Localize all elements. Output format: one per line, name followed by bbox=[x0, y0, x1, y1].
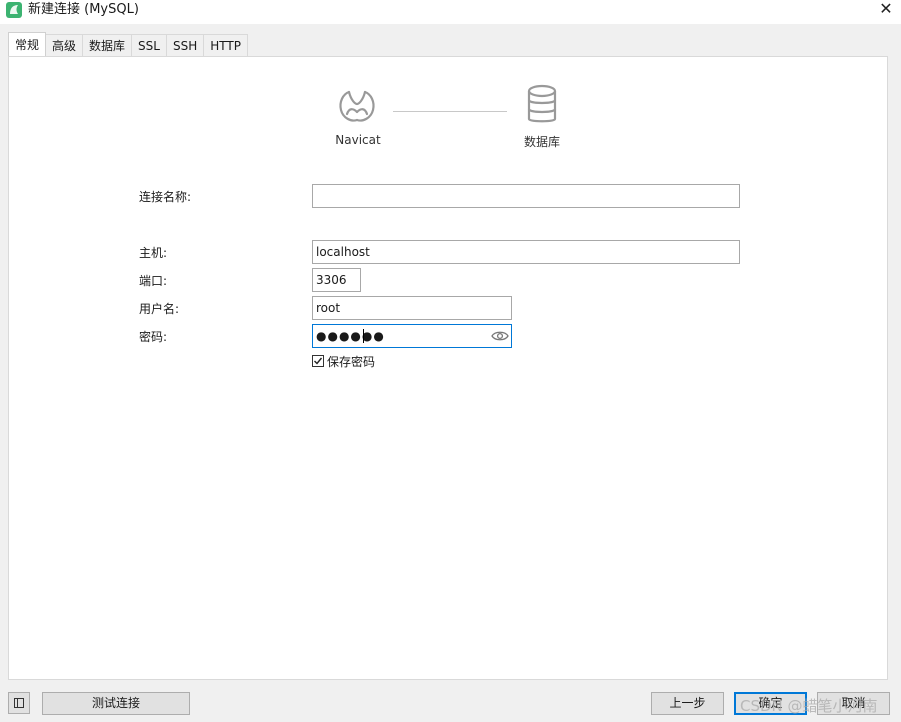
connection-line bbox=[393, 111, 507, 112]
general-tab-panel: Navicat 数据库 连接名称: 主机: 端口: 用户名: 密码: ●●●●●… bbox=[8, 56, 888, 680]
host-label: 主机: bbox=[139, 246, 168, 260]
database-icon bbox=[524, 84, 560, 126]
tab-ssl[interactable]: SSL bbox=[131, 34, 167, 56]
username-label: 用户名: bbox=[139, 302, 180, 316]
navicat-app-icon bbox=[6, 2, 22, 18]
password-input[interactable]: ●●●●●● bbox=[312, 324, 512, 348]
navicat-logo-icon bbox=[335, 84, 379, 126]
tab-ssh[interactable]: SSH bbox=[165, 34, 205, 56]
toggle-sidebar-button[interactable] bbox=[8, 692, 30, 714]
save-password-checkbox[interactable] bbox=[312, 355, 324, 367]
close-icon[interactable]: ✕ bbox=[877, 0, 895, 20]
new-connection-dialog: 新建连接 (MySQL) ✕ 常规 高级 数据库 SSL SSH HTTP Na… bbox=[0, 0, 901, 722]
text-caret bbox=[363, 329, 364, 343]
port-label: 端口: bbox=[139, 274, 168, 288]
connection-name-input[interactable] bbox=[312, 184, 740, 208]
username-input[interactable] bbox=[312, 296, 512, 320]
tab-advanced[interactable]: 高级 bbox=[45, 34, 84, 56]
back-button[interactable]: 上一步 bbox=[651, 692, 724, 715]
port-input[interactable] bbox=[312, 268, 361, 292]
watermark: CSDN @蜡笔小河南 bbox=[740, 697, 878, 715]
password-masked-value: ●●●●●● bbox=[316, 329, 385, 343]
tab-general[interactable]: 常规 bbox=[8, 32, 47, 56]
password-label: 密码: bbox=[139, 330, 168, 344]
tab-http[interactable]: HTTP bbox=[203, 34, 248, 56]
tab-databases[interactable]: 数据库 bbox=[82, 34, 133, 56]
window-title: 新建连接 (MySQL) bbox=[28, 2, 139, 17]
show-password-eye-icon[interactable] bbox=[491, 328, 509, 344]
diagram-navicat-label: Navicat bbox=[335, 133, 381, 147]
tab-bar: 常规 高级 数据库 SSL SSH HTTP bbox=[8, 32, 248, 57]
test-connection-button[interactable]: 测试连接 bbox=[42, 692, 190, 715]
host-input[interactable] bbox=[312, 240, 740, 264]
save-password-row[interactable]: 保存密码 bbox=[312, 353, 375, 369]
sidebar-panel-icon bbox=[14, 698, 24, 708]
diagram-database-label: 数据库 bbox=[523, 135, 560, 149]
connection-name-label: 连接名称: bbox=[139, 190, 192, 204]
title-bar: 新建连接 (MySQL) ✕ bbox=[0, 0, 901, 24]
save-password-label: 保存密码 bbox=[327, 354, 376, 369]
